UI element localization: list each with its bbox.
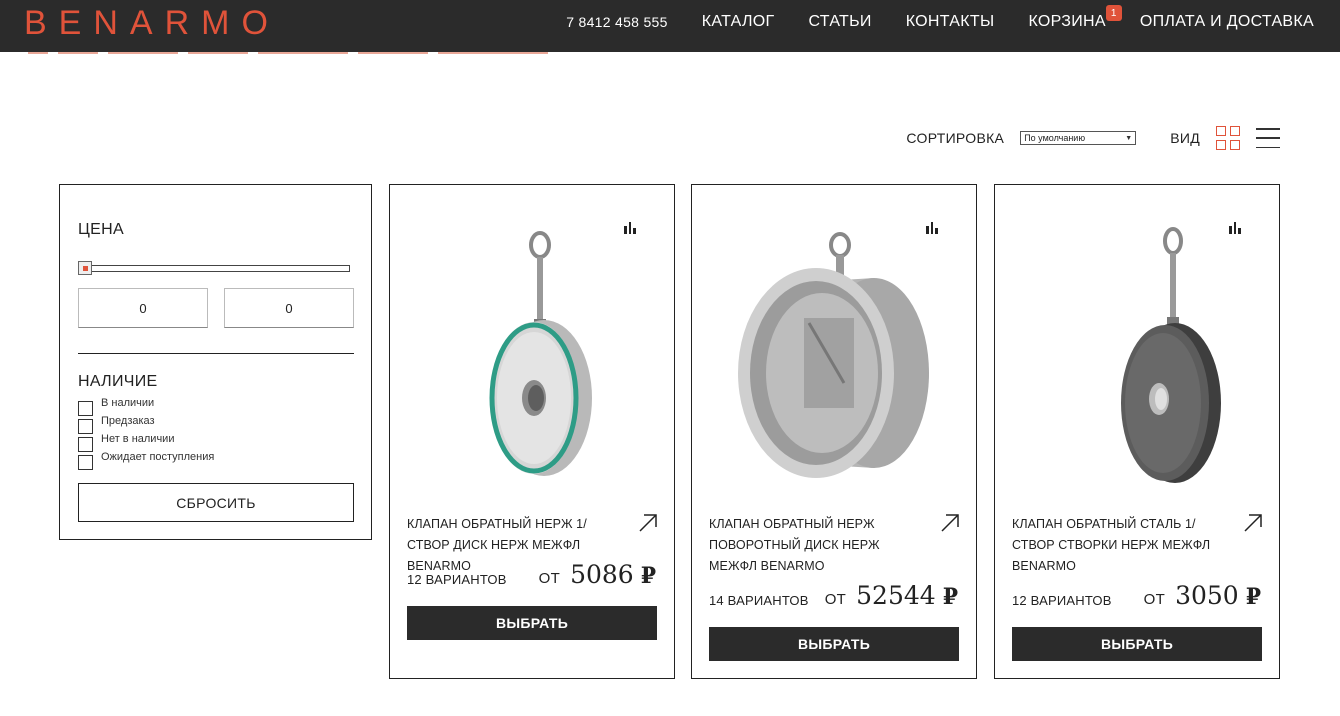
view-label: ВИД xyxy=(1170,130,1200,146)
arrow-up-right-icon[interactable] xyxy=(1243,513,1263,533)
valve-image-1[interactable] xyxy=(422,223,642,483)
valve-image-3[interactable] xyxy=(1027,223,1247,483)
price-slider-handle[interactable] xyxy=(78,261,92,275)
select-button[interactable]: ВЫБРАТЬ xyxy=(709,627,959,661)
site-logo[interactable]: BENARMO xyxy=(24,4,280,43)
currency-symbol: ₽ xyxy=(640,563,656,589)
checkbox-label: Предзаказ xyxy=(101,415,155,427)
variants-count: 14 ВАРИАНТОВ xyxy=(709,593,809,608)
select-button[interactable]: ВЫБРАТЬ xyxy=(407,606,657,640)
list-view-icon[interactable] xyxy=(1256,128,1280,148)
currency-symbol: ₽ xyxy=(1245,584,1261,610)
nav-articles[interactable]: СТАТЬИ xyxy=(808,13,871,31)
price-value: 5086 xyxy=(570,560,634,589)
filter-panel: ЦЕНА 0 0 НАЛИЧИЕ В наличии Предзаказ Нет… xyxy=(59,184,372,540)
price-from-label: ОТ xyxy=(1143,591,1166,608)
checkbox-label: Ожидает поступления xyxy=(101,451,215,463)
product-card: КЛАПАН ОБРАТНЫЙ НЕРЖ 1/СТВОР ДИСК НЕРЖ М… xyxy=(389,184,675,679)
availability-filter-title: НАЛИЧИЕ xyxy=(78,373,158,390)
sort-label: СОРТИРОВКА xyxy=(906,130,1005,146)
sort-select[interactable]: По умолчанию ▼ xyxy=(1020,131,1137,145)
price-block: ОТ 5086 ₽ xyxy=(539,560,656,589)
reset-filter-button[interactable]: СБРОСИТЬ xyxy=(78,483,354,522)
availability-awaiting[interactable]: Ожидает поступления xyxy=(78,451,215,470)
sort-select-value: По умолчанию xyxy=(1024,133,1086,143)
phone-link[interactable]: 7 8412 458 555 xyxy=(566,14,668,30)
price-filter-title: ЦЕНА xyxy=(78,221,124,238)
price-value: 52544 xyxy=(856,581,936,610)
variants-count: 12 ВАРИАНТОВ xyxy=(1012,593,1112,608)
nav-catalog[interactable]: КАТАЛОГ xyxy=(702,13,775,31)
price-block: ОТ 3050 ₽ xyxy=(1144,581,1261,610)
variants-count: 12 ВАРИАНТОВ xyxy=(407,572,507,587)
price-from-label: ОТ xyxy=(538,570,561,587)
price-min-input[interactable]: 0 xyxy=(78,288,208,328)
filter-divider xyxy=(78,353,354,354)
price-value: 3050 xyxy=(1175,581,1239,610)
availability-out-of-stock[interactable]: Нет в наличии xyxy=(78,433,175,452)
sort-view-bar: СОРТИРОВКА По умолчанию ▼ ВИД xyxy=(906,126,1280,150)
checkbox-label: В наличии xyxy=(101,397,155,409)
checkbox[interactable] xyxy=(78,418,93,434)
product-name[interactable]: КЛАПАН ОБРАТНЫЙ НЕРЖ ПОВОРОТНЫЙ ДИСК НЕР… xyxy=(709,514,929,577)
page-heading-cut xyxy=(28,52,648,56)
checkbox[interactable] xyxy=(78,400,93,416)
nav-cart[interactable]: КОРЗИНА 1 xyxy=(1028,5,1122,31)
valve-image-2[interactable] xyxy=(724,223,944,483)
price-max-input[interactable]: 0 xyxy=(224,288,354,328)
checkbox[interactable] xyxy=(78,454,93,470)
product-card: КЛАПАН ОБРАТНЫЙ НЕРЖ ПОВОРОТНЫЙ ДИСК НЕР… xyxy=(691,184,977,679)
price-block: ОТ 52544 ₽ xyxy=(825,581,958,610)
nav-cart-label: КОРЗИНА xyxy=(1028,13,1106,30)
arrow-up-right-icon[interactable] xyxy=(638,513,658,533)
cart-count-badge: 1 xyxy=(1105,5,1122,21)
availability-preorder[interactable]: Предзаказ xyxy=(78,415,155,434)
site-header: BENARMO 7 8412 458 555 КАТАЛОГ СТАТЬИ КО… xyxy=(0,0,1340,52)
product-name[interactable]: КЛАПАН ОБРАТНЫЙ СТАЛЬ 1/СТВОР СТВОРКИ НЕ… xyxy=(1012,514,1232,577)
price-from-label: ОТ xyxy=(824,591,847,608)
main-nav: 7 8412 458 555 КАТАЛОГ СТАТЬИ КОНТАКТЫ К… xyxy=(566,0,1314,44)
select-button[interactable]: ВЫБРАТЬ xyxy=(1012,627,1262,661)
currency-symbol: ₽ xyxy=(942,584,958,610)
grid-view-icon[interactable] xyxy=(1216,126,1240,150)
nav-contacts[interactable]: КОНТАКТЫ xyxy=(906,13,995,31)
product-card: КЛАПАН ОБРАТНЫЙ СТАЛЬ 1/СТВОР СТВОРКИ НЕ… xyxy=(994,184,1280,679)
availability-in-stock[interactable]: В наличии xyxy=(78,397,155,416)
price-slider-track[interactable] xyxy=(78,265,350,272)
arrow-up-right-icon[interactable] xyxy=(940,513,960,533)
nav-payment-delivery[interactable]: ОПЛАТА И ДОСТАВКА xyxy=(1140,13,1314,31)
checkbox-label: Нет в наличии xyxy=(101,433,175,445)
checkbox[interactable] xyxy=(78,436,93,452)
chevron-down-icon: ▼ xyxy=(1125,134,1133,142)
